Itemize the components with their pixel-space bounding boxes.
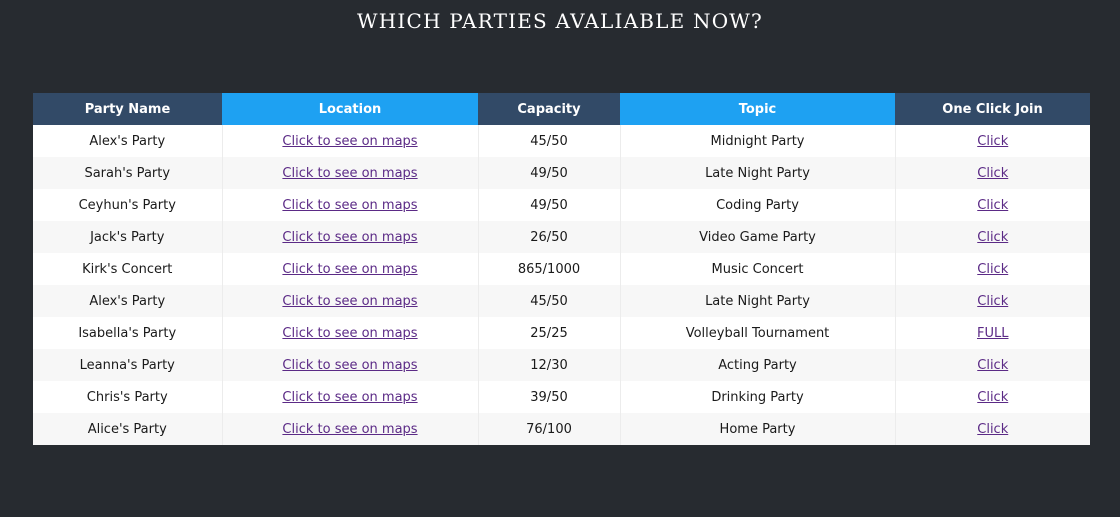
table-row: Alex's Party Click to see on maps 45/50 … [33, 285, 1090, 317]
party-name-cell: Ceyhun's Party [33, 189, 223, 221]
header-location: Location [222, 93, 478, 125]
join-cell: Click [895, 413, 1090, 445]
join-cell: Click [895, 189, 1090, 221]
table-row: Kirk's Concert Click to see on maps 865/… [33, 253, 1090, 285]
header-capacity: Capacity [478, 93, 620, 125]
maps-link[interactable]: Click to see on maps [282, 390, 417, 405]
capacity-cell: 76/100 [478, 413, 621, 445]
join-cell: Click [895, 157, 1090, 189]
location-cell: Click to see on maps [222, 317, 479, 349]
join-link[interactable]: Click [977, 358, 1008, 373]
location-cell: Click to see on maps [222, 381, 479, 413]
location-cell: Click to see on maps [222, 285, 479, 317]
party-name-cell: Chris's Party [33, 381, 223, 413]
location-cell: Click to see on maps [222, 413, 479, 445]
location-cell: Click to see on maps [222, 125, 479, 157]
location-cell: Click to see on maps [222, 221, 479, 253]
join-link[interactable]: Click [977, 166, 1008, 181]
topic-cell: Home Party [620, 413, 896, 445]
join-link[interactable]: Click [977, 230, 1008, 245]
maps-link[interactable]: Click to see on maps [282, 198, 417, 213]
maps-link[interactable]: Click to see on maps [282, 166, 417, 181]
party-name-cell: Jack's Party [33, 221, 223, 253]
table-row: Jack's Party Click to see on maps 26/50 … [33, 221, 1090, 253]
party-name-cell: Isabella's Party [33, 317, 223, 349]
party-name-cell: Alex's Party [33, 125, 223, 157]
join-link[interactable]: FULL [977, 326, 1008, 341]
capacity-cell: 45/50 [478, 125, 621, 157]
table-row: Chris's Party Click to see on maps 39/50… [33, 381, 1090, 413]
capacity-cell: 26/50 [478, 221, 621, 253]
table-header-row: Party Name Location Capacity Topic One C… [33, 93, 1090, 125]
party-name-cell: Alex's Party [33, 285, 223, 317]
table-row: Ceyhun's Party Click to see on maps 49/5… [33, 189, 1090, 221]
location-cell: Click to see on maps [222, 349, 479, 381]
party-name-cell: Leanna's Party [33, 349, 223, 381]
header-party-name: Party Name [33, 93, 222, 125]
location-cell: Click to see on maps [222, 253, 479, 285]
join-link[interactable]: Click [977, 390, 1008, 405]
capacity-cell: 39/50 [478, 381, 621, 413]
topic-cell: Acting Party [620, 349, 896, 381]
join-cell: Click [895, 253, 1090, 285]
parties-table: Party Name Location Capacity Topic One C… [33, 93, 1090, 445]
table-row: Sarah's Party Click to see on maps 49/50… [33, 157, 1090, 189]
party-name-cell: Kirk's Concert [33, 253, 223, 285]
topic-cell: Midnight Party [620, 125, 896, 157]
join-link[interactable]: Click [977, 134, 1008, 149]
maps-link[interactable]: Click to see on maps [282, 294, 417, 309]
maps-link[interactable]: Click to see on maps [282, 326, 417, 341]
join-link[interactable]: Click [977, 262, 1008, 277]
party-name-cell: Alice's Party [33, 413, 223, 445]
capacity-cell: 25/25 [478, 317, 621, 349]
join-cell: FULL [895, 317, 1090, 349]
party-name-cell: Sarah's Party [33, 157, 223, 189]
capacity-cell: 865/1000 [478, 253, 621, 285]
capacity-cell: 49/50 [478, 157, 621, 189]
maps-link[interactable]: Click to see on maps [282, 422, 417, 437]
join-cell: Click [895, 221, 1090, 253]
join-cell: Click [895, 381, 1090, 413]
page-title: WHICH PARTIES AVALIABLE NOW? [357, 9, 763, 33]
join-link[interactable]: Click [977, 294, 1008, 309]
join-cell: Click [895, 349, 1090, 381]
topic-cell: Music Concert [620, 253, 896, 285]
maps-link[interactable]: Click to see on maps [282, 358, 417, 373]
capacity-cell: 12/30 [478, 349, 621, 381]
join-cell: Click [895, 125, 1090, 157]
table-row: Leanna's Party Click to see on maps 12/3… [33, 349, 1090, 381]
maps-link[interactable]: Click to see on maps [282, 262, 417, 277]
topic-cell: Late Night Party [620, 157, 896, 189]
table-row: Alice's Party Click to see on maps 76/10… [33, 413, 1090, 445]
capacity-cell: 49/50 [478, 189, 621, 221]
join-link[interactable]: Click [977, 198, 1008, 213]
topic-cell: Volleyball Tournament [620, 317, 896, 349]
table-row: Isabella's Party Click to see on maps 25… [33, 317, 1090, 349]
maps-link[interactable]: Click to see on maps [282, 134, 417, 149]
header-one-click-join: One Click Join [895, 93, 1090, 125]
maps-link[interactable]: Click to see on maps [282, 230, 417, 245]
join-cell: Click [895, 285, 1090, 317]
table-row: Alex's Party Click to see on maps 45/50 … [33, 125, 1090, 157]
location-cell: Click to see on maps [222, 157, 479, 189]
location-cell: Click to see on maps [222, 189, 479, 221]
topic-cell: Drinking Party [620, 381, 896, 413]
topic-cell: Video Game Party [620, 221, 896, 253]
join-link[interactable]: Click [977, 422, 1008, 437]
topic-cell: Coding Party [620, 189, 896, 221]
header-topic: Topic [620, 93, 895, 125]
topic-cell: Late Night Party [620, 285, 896, 317]
capacity-cell: 45/50 [478, 285, 621, 317]
